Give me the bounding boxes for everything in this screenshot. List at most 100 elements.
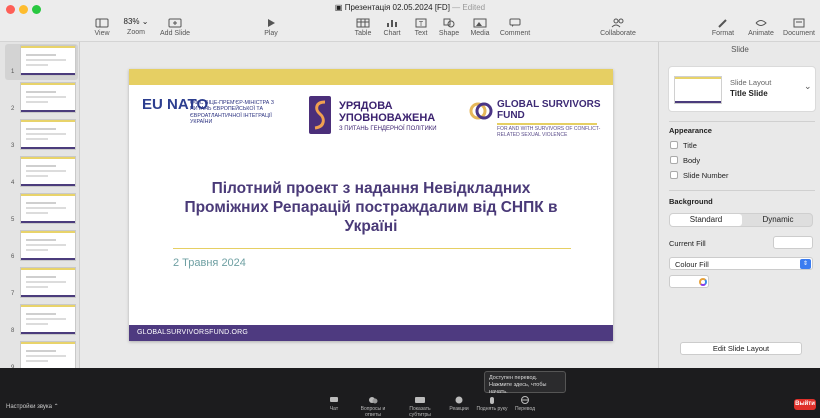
globe-icon: [521, 396, 529, 404]
collaborate-button[interactable]: Collaborate: [590, 18, 646, 37]
gsf-divider: [497, 123, 597, 125]
background-heading: Background: [669, 197, 713, 206]
slide-top-band: [129, 69, 613, 85]
slide-thumbnail[interactable]: [20, 341, 76, 368]
fill-type-select[interactable]: Colour Fill ⇕: [669, 257, 813, 270]
chat-button[interactable]: Чат: [314, 396, 354, 412]
chat-icon: [330, 397, 338, 402]
gsf-tagline: FOR AND WITH SURVIVORS OF CONFLICT-RELAT…: [497, 126, 601, 138]
window-title: ▣ Презентація 02.05.2024 [FD] — Edited: [334, 3, 486, 12]
audio-settings[interactable]: Настройки звука ⌃: [6, 403, 59, 410]
edited-status: Edited: [462, 3, 486, 12]
fill-type-value: Colour Fill: [675, 260, 709, 269]
title-checkbox[interactable]: [670, 141, 678, 149]
slide-number: 1: [11, 69, 15, 75]
document-panel-icon: [793, 18, 805, 28]
slide-number-checkbox-label: Slide Number: [683, 171, 729, 180]
layout-thumbnail: [674, 76, 722, 104]
format-inspector: Slide Slide Layout Title Slide ⌄ Appeara…: [658, 42, 820, 368]
slide-title[interactable]: Пілотний проект з надання Невідкладних П…: [169, 179, 573, 236]
edit-slide-layout-button[interactable]: Edit Slide Layout: [680, 342, 802, 355]
appearance-heading: Appearance: [669, 126, 712, 135]
toolbar: ▣ Презентація 02.05.2024 [FD] — Edited V…: [0, 0, 820, 42]
divider: [669, 121, 815, 122]
media-icon: [473, 18, 487, 28]
paintbrush-icon: [718, 19, 727, 28]
slide-thumbnail[interactable]: [20, 230, 76, 261]
animate-icon: [755, 20, 767, 26]
slide-thumbnail[interactable]: [20, 304, 76, 335]
background-segmented-control: Standard Dynamic: [669, 213, 813, 227]
inspector-header: Slide: [731, 45, 749, 54]
slide-date[interactable]: 2 Травня 2024: [173, 257, 246, 269]
add-slide-button[interactable]: Add Slide: [147, 18, 203, 37]
slide-layout-label: Slide Layout: [730, 78, 772, 87]
zoom-meeting-controls: Доступен перевод. Нажмите здесь, чтобы н…: [0, 368, 820, 418]
slide-thumbnail[interactable]: [20, 45, 76, 76]
slide-number: 4: [11, 180, 15, 186]
current-fill-well[interactable]: [773, 236, 813, 249]
colour-wheel-icon[interactable]: [699, 278, 707, 286]
slide-number: 6: [11, 254, 15, 260]
slide-footer-url: GLOBALSURVIVORSFUND.ORG: [137, 329, 249, 336]
document-icon: ▣: [334, 3, 343, 12]
slide-number: 3: [11, 143, 15, 149]
sidebar-icon: [95, 18, 109, 28]
translation-tooltip[interactable]: Доступен перевод. Нажмите здесь, чтобы н…: [484, 371, 566, 395]
slide-number-checkbox[interactable]: [670, 171, 678, 179]
colour-well[interactable]: [669, 275, 709, 288]
slide-number: 7: [11, 291, 15, 297]
slide-canvas: EU NATO ОФІС ВІЦЕ-ПРЕМ'ЄР-МІНІСТРА З ПИТ…: [80, 42, 658, 368]
slide-number: 5: [11, 217, 15, 223]
slide-layout-value: Title Slide: [730, 89, 768, 98]
global-survivors-fund-logo: GLOBAL SURVIVORS FUND FOR AND WITH SURVI…: [469, 97, 609, 138]
gender-commissioner-subtitle: З ПИТАНЬ ГЕНДЕРНОЇ ПОЛІТИКИ: [339, 126, 437, 132]
divider: [669, 190, 815, 191]
gender-commissioner-logo: УРЯДОВА УПОВНОВАЖЕНА З ПИТАНЬ ГЕНДЕРНОЇ …: [309, 96, 469, 136]
eu-nato-office-logo: EU NATO ОФІС ВІЦЕ-ПРЕМ'ЄР-МІНІСТРА З ПИТ…: [142, 97, 282, 135]
updown-chevron-icon: ⇕: [800, 259, 811, 269]
slide-footer-band: GLOBALSURVIVORSFUND.ORG: [129, 325, 613, 341]
slide-number: 8: [11, 328, 15, 334]
slide-navigator: 123456789: [0, 42, 80, 368]
translation-button[interactable]: Перевод: [505, 396, 545, 412]
slide-number: 2: [11, 106, 15, 112]
chevron-up-icon: ⌃: [53, 404, 59, 410]
zoom-value: 83%: [123, 17, 140, 26]
slide-layout-picker[interactable]: Slide Layout Title Slide ⌄: [668, 66, 816, 112]
smiley-icon: [455, 396, 463, 404]
add-slide-icon: [168, 18, 182, 28]
leave-meeting-button[interactable]: Выйти: [794, 399, 816, 410]
show-captions-button[interactable]: Показать субтитры: [400, 396, 440, 418]
document-button[interactable]: Document: [771, 18, 820, 37]
gsf-title: GLOBAL SURVIVORS FUND: [497, 99, 601, 121]
chevron-down-icon: ⌄: [804, 81, 812, 91]
current-slide[interactable]: EU NATO ОФІС ВІЦЕ-ПРЕМ'ЄР-МІНІСТРА З ПИТ…: [129, 69, 613, 341]
document-title: Презентація 02.05.2024 [FD]: [344, 3, 450, 12]
slide-thumbnail[interactable]: [20, 193, 76, 224]
slide-thumbnail[interactable]: [20, 119, 76, 150]
gender-commissioner-mark: [309, 96, 331, 134]
gsf-mark: [469, 102, 493, 120]
title-checkbox-label: Title: [683, 141, 697, 150]
current-fill-label: Current Fill: [669, 239, 706, 248]
qa-icon: [369, 397, 378, 404]
cc-icon: [415, 397, 425, 403]
qa-button[interactable]: Вопросы и ответы: [353, 396, 393, 418]
slide-thumbnail[interactable]: [20, 82, 76, 113]
slide-divider: [173, 248, 571, 249]
play-button[interactable]: Play: [243, 18, 299, 37]
hand-icon: [490, 397, 494, 404]
body-checkbox[interactable]: [670, 156, 678, 164]
gender-commissioner-title: УРЯДОВА УПОВНОВАЖЕНА: [339, 100, 436, 124]
play-icon: [268, 19, 275, 27]
slide-thumbnail[interactable]: [20, 267, 76, 298]
body-checkbox-label: Body: [683, 156, 701, 165]
comment-icon: [509, 18, 521, 27]
standard-segment[interactable]: Standard: [670, 214, 742, 226]
dynamic-segment[interactable]: Dynamic: [742, 214, 814, 226]
collaborate-icon: [611, 18, 624, 28]
eu-nato-office-text: ОФІС ВІЦЕ-ПРЕМ'ЄР-МІНІСТРА З ПИТАНЬ ЄВРО…: [190, 100, 274, 126]
slide-thumbnail[interactable]: [20, 156, 76, 187]
comment-button[interactable]: Comment: [487, 18, 543, 37]
